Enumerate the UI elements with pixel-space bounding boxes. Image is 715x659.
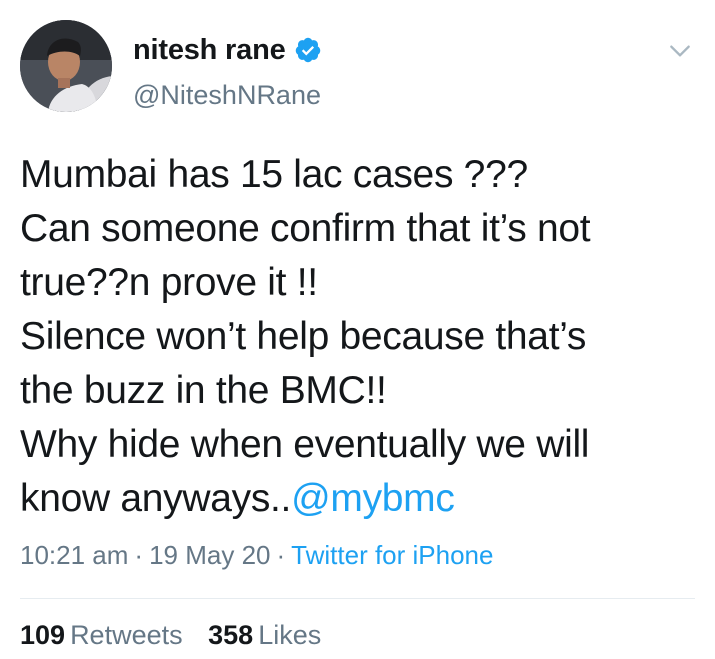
meta-separator: ·: [276, 540, 286, 570]
tweet-date[interactable]: 19 May 20: [149, 540, 270, 570]
avatar-image: [20, 20, 112, 112]
tweet-source-link[interactable]: Twitter for iPhone: [291, 540, 493, 570]
user-name-row: nitesh rane: [133, 32, 322, 68]
tweet-text-line: the buzz in the BMC!!: [20, 369, 387, 412]
avatar[interactable]: [20, 20, 112, 112]
meta-separator: ·: [134, 540, 144, 570]
tweet-stats: 109 Retweets 358 Likes: [20, 620, 321, 651]
tweet-card: nitesh rane @NiteshNRane Mumbai has 15 l…: [0, 0, 715, 659]
tweet-text-line-last: know anyways..@mybmc: [20, 472, 700, 526]
display-name[interactable]: nitesh rane: [133, 34, 286, 67]
retweets-count: 109: [20, 620, 66, 650]
tweet-meta: 10:21 am · 19 May 20 · Twitter for iPhone: [20, 540, 493, 571]
likes-count: 358: [208, 620, 254, 650]
tweet-text-line: true??n prove it !!: [20, 261, 318, 304]
tweet-text-line: Silence won’t help because that’s: [20, 315, 587, 358]
tweet-text: Mumbai has 15 lac cases ??? Can someone …: [20, 148, 700, 526]
tweet-text-line: Mumbai has 15 lac cases ???: [20, 153, 528, 196]
mention-link[interactable]: @mybmc: [291, 477, 455, 520]
chevron-down-icon[interactable]: [667, 38, 693, 64]
verified-badge-icon: [294, 36, 322, 64]
user-handle[interactable]: @NiteshNRane: [133, 80, 321, 111]
likes-label: Likes: [258, 620, 322, 650]
retweets-stat[interactable]: 109 Retweets: [20, 620, 183, 650]
tweet-text-last-prefix: know anyways..: [20, 477, 292, 520]
retweets-label: Retweets: [70, 620, 183, 650]
tweet-text-line: Can someone confirm that it’s not: [20, 207, 591, 250]
divider: [20, 598, 695, 599]
tweet-text-line: Why hide when eventually we will: [20, 423, 590, 466]
tweet-time[interactable]: 10:21 am: [20, 540, 128, 570]
likes-stat[interactable]: 358 Likes: [208, 620, 321, 650]
